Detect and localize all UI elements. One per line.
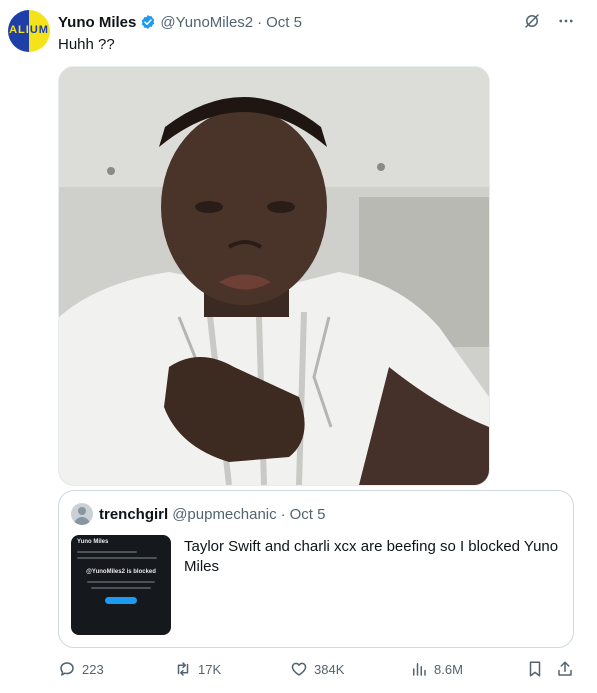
quoted-author-name[interactable]: trenchgirl xyxy=(99,506,168,523)
reply-button[interactable]: 223 xyxy=(58,660,104,678)
like-count: 384K xyxy=(314,661,345,677)
tweet-media-image[interactable] xyxy=(58,66,490,486)
repost-icon xyxy=(177,662,189,676)
thumbnail-button xyxy=(105,597,137,604)
bookmark-button[interactable] xyxy=(526,660,550,678)
thumbnail-line xyxy=(87,581,155,583)
tweet[interactable]: ALIUM Yuno Miles @YunoMiles2 · Oct 5 Huh… xyxy=(0,0,597,693)
quoted-author-handle[interactable]: @pupmechanic xyxy=(172,506,276,523)
verified-badge-icon[interactable] xyxy=(140,14,156,30)
author-name[interactable]: Yuno Miles xyxy=(58,14,136,31)
thumbnail-line xyxy=(91,587,151,589)
tweet-actions-bar: 223 17K 384K 8.6M xyxy=(58,660,574,680)
quoted-tweet-text: Taylor Swift and charli xcx are beefing … xyxy=(184,538,559,575)
avatar-text-left: ALI xyxy=(9,24,30,36)
reply-icon xyxy=(60,662,74,676)
tweet-text: Huhh ?? xyxy=(58,36,115,53)
author-avatar[interactable]: ALIUM xyxy=(8,10,50,52)
grok-icon[interactable] xyxy=(523,12,541,30)
media-illustration xyxy=(59,67,489,485)
repost-count: 17K xyxy=(198,661,222,677)
bookmark-icon xyxy=(529,661,541,677)
tweet-date[interactable]: Oct 5 xyxy=(266,14,302,31)
repost-button[interactable]: 17K xyxy=(174,660,221,678)
tweet-header: Yuno Miles @YunoMiles2 · Oct 5 xyxy=(58,12,302,32)
more-icon[interactable] xyxy=(557,12,575,30)
author-handle[interactable]: @YunoMiles2 xyxy=(160,14,253,31)
quoted-tweet-date[interactable]: Oct 5 xyxy=(290,506,326,523)
share-button[interactable] xyxy=(556,660,580,678)
heart-icon xyxy=(291,662,307,676)
thumbnail-line xyxy=(77,557,157,559)
quoted-tweet-thumbnail[interactable]: Yuno Miles @YunoMiles2 is blocked xyxy=(71,535,171,635)
thumbnail-title: Yuno Miles xyxy=(77,539,109,545)
avatar-logo-text: ALIUM xyxy=(8,24,50,36)
like-button[interactable]: 384K xyxy=(290,660,344,678)
quoted-author-avatar[interactable] xyxy=(71,503,93,525)
tweet-top-actions xyxy=(523,12,575,30)
quoted-tweet[interactable]: trenchgirl @pupmechanic · Oct 5 Yuno Mil… xyxy=(58,490,574,648)
views-icon xyxy=(413,663,426,676)
views-button[interactable]: 8.6M xyxy=(410,660,463,678)
quoted-separator-dot: · xyxy=(280,505,286,523)
views-count: 8.6M xyxy=(434,661,463,677)
avatar-text-right: UM xyxy=(29,24,49,36)
separator-dot: · xyxy=(257,13,263,31)
share-icon xyxy=(558,661,572,676)
quoted-tweet-header: trenchgirl @pupmechanic · Oct 5 xyxy=(71,503,326,525)
reply-count: 223 xyxy=(82,661,104,677)
thumbnail-line xyxy=(77,551,137,553)
thumbnail-blocked-text: @YunoMiles2 is blocked xyxy=(86,569,156,575)
